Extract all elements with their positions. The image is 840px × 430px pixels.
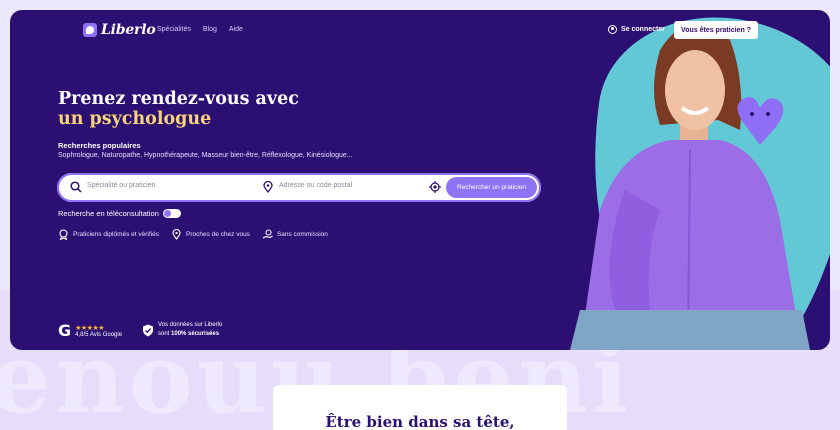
- security-text: Vos données sur Liberlo sont 100% sécuri…: [158, 321, 222, 339]
- security-line2: sont 100% sécurisées: [158, 330, 222, 339]
- feature-label: Praticiens diplômés et vérifiés: [73, 231, 159, 238]
- hero-title-line1: Prenez rendez-vous avec: [58, 89, 299, 109]
- teleconsultation-toggle-row: Recherche en téléconsultation: [58, 209, 181, 218]
- google-rating[interactable]: G ★★★★★ 4,8/5 Avis Google: [58, 321, 122, 340]
- security-notice: Vos données sur Liberlo sont 100% sécuri…: [142, 321, 222, 339]
- feature-item: Praticiens diplômés et vérifiés: [58, 229, 159, 240]
- logo-text: Liberlo: [101, 22, 156, 38]
- user-icon: [608, 25, 617, 34]
- security-line1: Vos données sur Liberlo: [158, 322, 223, 328]
- feature-label: Sans commission: [276, 231, 328, 238]
- google-rating-text: ★★★★★ 4,8/5 Avis Google: [75, 324, 122, 338]
- teleconsultation-label: Recherche en téléconsultation: [58, 209, 159, 218]
- teleconsultation-toggle[interactable]: [162, 209, 181, 218]
- feature-item: Sans commission: [262, 229, 328, 240]
- popular-searches-title: Recherches populaires: [58, 141, 141, 150]
- pro-button[interactable]: Vous êtes praticien ?: [674, 21, 758, 39]
- logo-icon: [83, 23, 97, 37]
- login-link[interactable]: Se connecter: [608, 25, 665, 34]
- woman-photo: [570, 23, 810, 350]
- card-title: Être bien dans sa tête,: [325, 413, 515, 430]
- google-logo-icon: G: [58, 321, 72, 340]
- hero-title: Prenez rendez-vous avec un psychologue: [58, 89, 299, 129]
- feature-item: Proches de chez vous: [171, 229, 250, 240]
- specialty-input[interactable]: Spécialité ou praticien: [87, 182, 156, 189]
- google-rating-label: 4,8/5 Avis Google: [75, 331, 123, 338]
- login-label: Se connecter: [621, 26, 665, 33]
- search-bar: Spécialité ou praticien Adresse ou code …: [57, 173, 541, 202]
- star-rating: ★★★★★: [75, 324, 105, 332]
- nav-blog[interactable]: Blog: [203, 26, 217, 33]
- address-input[interactable]: Adresse ou code postal: [279, 182, 352, 189]
- shield-check-icon: [143, 324, 153, 336]
- hero-section: Liberlo Spécialités Blog Aide Se connect…: [10, 10, 830, 350]
- nav-specialites[interactable]: Spécialités: [157, 26, 191, 33]
- locate-me-icon[interactable]: [429, 181, 441, 193]
- content-card: Être bien dans sa tête,: [273, 385, 567, 430]
- nav-aide[interactable]: Aide: [229, 26, 243, 33]
- certified-badge-icon: [59, 229, 68, 240]
- search-icon: [70, 181, 82, 193]
- features-list: Praticiens diplômés et vérifiés Proches …: [58, 229, 328, 240]
- popular-searches-list[interactable]: Sophrologue, Naturopathe, Hypnothérapeut…: [58, 152, 353, 159]
- logo[interactable]: Liberlo: [83, 22, 156, 38]
- location-pin-icon: [172, 229, 181, 240]
- security-line2-bold: 100% sécurisées: [171, 331, 220, 337]
- feature-label: Proches de chez vous: [185, 231, 250, 238]
- main-nav: Spécialités Blog Aide: [157, 26, 243, 33]
- coin-hand-icon: [262, 229, 273, 239]
- location-pin-icon: [263, 181, 273, 193]
- search-button[interactable]: Rechercher un praticien: [446, 177, 537, 198]
- hero-title-line2: un psychologue: [58, 109, 212, 129]
- security-line2-prefix: sont: [158, 331, 172, 337]
